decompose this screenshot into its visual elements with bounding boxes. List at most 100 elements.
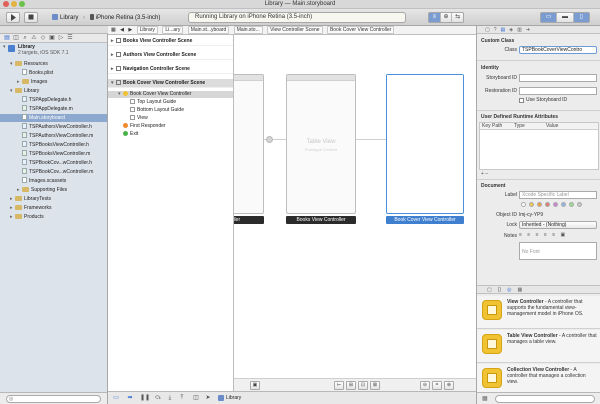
connections-inspector-icon[interactable]: ➜ bbox=[526, 27, 530, 33]
toggle-utilities-button[interactable]: ▯ bbox=[573, 13, 589, 22]
label-color-swatch[interactable] bbox=[553, 202, 558, 207]
scene-row[interactable]: ▾ Book Cover View Controller Scene bbox=[108, 79, 233, 88]
attributes-inspector-icon[interactable]: ◈ bbox=[509, 27, 513, 33]
library-filter-input[interactable] bbox=[495, 395, 595, 403]
zoom-reset-icon[interactable]: = bbox=[432, 381, 442, 390]
segue-icon[interactable] bbox=[266, 136, 273, 143]
lock-select[interactable]: Inherited - (Nothing) bbox=[519, 221, 597, 229]
breadcrumb-6[interactable]: Book Cover View Controller bbox=[326, 26, 395, 34]
file-tree-item[interactable]: TSPAppDelegate.h bbox=[0, 96, 107, 104]
file-tree-item[interactable]: TSPAuthorsViewController.h bbox=[0, 123, 107, 131]
run-button[interactable] bbox=[6, 12, 20, 23]
file-tree-item[interactable]: ▸ Supporting Files bbox=[0, 186, 107, 194]
file-tree-item[interactable]: ▸ Frameworks bbox=[0, 204, 107, 212]
forward-arrow-icon[interactable]: ▶ bbox=[128, 26, 132, 34]
constraints-icon[interactable]: ⊢ bbox=[334, 381, 344, 390]
scene-row[interactable]: ▸ Books View Controller Scene bbox=[108, 37, 233, 46]
step-in-icon[interactable]: ⤓ bbox=[166, 394, 174, 402]
step-out-icon[interactable]: ⤒ bbox=[178, 394, 186, 402]
standard-editor-button[interactable]: ≡ bbox=[429, 13, 441, 22]
runtime-attributes-table[interactable]: Key Path Type Value bbox=[479, 122, 599, 170]
breadcrumb-2[interactable]: Li...ary bbox=[162, 26, 184, 34]
hide-debug-icon[interactable]: ▭ bbox=[112, 394, 120, 402]
file-tree-item[interactable]: TSPAppDelegate.m bbox=[0, 105, 107, 113]
view-controller-frame-1[interactable] bbox=[234, 74, 264, 214]
use-storyboard-id-checkbox[interactable] bbox=[519, 98, 524, 103]
file-tree-item[interactable]: TSPBooksViewController.m bbox=[0, 150, 107, 158]
log-icon[interactable]: ☰ bbox=[67, 35, 73, 41]
zoom-out-icon[interactable]: ⊖ bbox=[420, 381, 430, 390]
toggle-navigator-button[interactable]: ▭ bbox=[541, 13, 558, 22]
resolve-icon[interactable]: ⊠ bbox=[370, 381, 380, 390]
outline-item[interactable]: View bbox=[108, 115, 233, 122]
outline-item[interactable]: First Responder bbox=[108, 123, 233, 130]
notes-textarea[interactable]: No Font bbox=[519, 242, 597, 260]
library-item[interactable]: Table View Controller - A controller tha… bbox=[477, 330, 600, 363]
pin-icon[interactable]: ⊡ bbox=[358, 381, 368, 390]
scene-label-book-cover[interactable]: Book Cover View Controller bbox=[386, 216, 464, 224]
file-tree-item[interactable]: Images.xcassets bbox=[0, 177, 107, 185]
show-outline-button[interactable]: ▣ bbox=[250, 381, 260, 390]
breadcrumb-5[interactable]: View Controller Scene bbox=[267, 26, 323, 34]
back-arrow-icon[interactable]: ◀ bbox=[120, 26, 124, 34]
scene-row[interactable]: ▸ Authors View Controller Scene bbox=[108, 51, 233, 60]
debug-icon[interactable]: ▣ bbox=[49, 35, 55, 41]
project-root[interactable]: ▾ Library 2 targets, iOS SDK 7.1 bbox=[0, 44, 107, 58]
class-field[interactable]: TSPBookCoverViewContro bbox=[519, 46, 597, 54]
close-window-button[interactable] bbox=[3, 1, 9, 7]
file-tree-item[interactable]: TSPBookCov...wController.m bbox=[0, 168, 107, 176]
storyboard-canvas[interactable]: Table View Prototype Content ...ontrolle… bbox=[234, 35, 476, 378]
toggle-debug-button[interactable]: ▬ bbox=[557, 13, 574, 22]
navigator-filter-input[interactable]: ◎ bbox=[6, 395, 101, 403]
restoration-id-field[interactable] bbox=[519, 87, 597, 95]
zoom-in-icon[interactable]: ⊕ bbox=[444, 381, 454, 390]
breadcrumb-4[interactable]: Main.sto... bbox=[233, 26, 263, 34]
file-tree-item[interactable]: ▸ Images bbox=[0, 78, 107, 86]
breadcrumb-3[interactable]: Main.st...yboard bbox=[187, 26, 230, 34]
media-library-icon[interactable]: ▦ bbox=[517, 286, 522, 293]
stop-button[interactable] bbox=[24, 12, 38, 23]
code-snippet-icon[interactable]: {} bbox=[498, 286, 501, 293]
label-field[interactable]: Xcode Specific Label bbox=[519, 191, 597, 199]
quick-help-icon[interactable]: ? bbox=[494, 27, 497, 33]
file-template-icon[interactable]: ▢ bbox=[487, 286, 492, 293]
file-tree-item[interactable]: ▾ Library bbox=[0, 87, 107, 95]
breadcrumb-1[interactable]: Library bbox=[136, 26, 158, 34]
storyboard-id-field[interactable] bbox=[519, 74, 597, 82]
align-icon[interactable]: ⊞ bbox=[346, 381, 356, 390]
zoom-window-button[interactable] bbox=[19, 1, 25, 7]
books-view-controller-frame[interactable]: Table View Prototype Content bbox=[286, 74, 356, 214]
outline-item[interactable]: Top Layout Guide bbox=[108, 99, 233, 106]
test-icon[interactable]: ◇ bbox=[40, 35, 46, 41]
editor-mode-control[interactable]: ≡ ⊕ ⇆ bbox=[428, 12, 464, 23]
label-color-swatch[interactable] bbox=[537, 202, 542, 207]
location-icon[interactable]: ➤ bbox=[204, 394, 212, 402]
version-editor-button[interactable]: ⇆ bbox=[452, 13, 463, 22]
scene-label-books[interactable]: Books View Controller bbox=[286, 216, 356, 224]
file-inspector-icon[interactable]: ▢ bbox=[485, 27, 490, 33]
file-tree-item[interactable]: ▸ LibraryTests bbox=[0, 195, 107, 203]
related-items-icon[interactable]: ▦ bbox=[111, 26, 116, 34]
add-remove-attribute-buttons[interactable]: + – bbox=[481, 171, 488, 177]
file-tree-item[interactable]: TSPAuthorsViewController.m bbox=[0, 132, 107, 140]
identity-inspector-icon[interactable]: ▤ bbox=[501, 27, 506, 33]
issue-icon[interactable]: ⚠ bbox=[31, 35, 37, 41]
size-inspector-icon[interactable]: ▥ bbox=[517, 27, 522, 33]
label-color-swatch[interactable] bbox=[521, 202, 526, 207]
file-tree-item[interactable]: Books.plist bbox=[0, 69, 107, 77]
file-tree-item[interactable]: Main.storyboard bbox=[0, 114, 107, 122]
label-color-swatch[interactable] bbox=[545, 202, 550, 207]
label-color-swatch[interactable] bbox=[577, 202, 582, 207]
scheme-selector[interactable]: Library › iPhone Retina (3.5-inch) bbox=[52, 13, 160, 23]
view-debug-icon[interactable]: ◫ bbox=[192, 394, 200, 402]
breakpoint-icon[interactable]: ▷ bbox=[58, 35, 64, 41]
book-cover-view-controller-frame[interactable] bbox=[386, 74, 464, 214]
scene-label-1[interactable]: ...ontroller bbox=[234, 216, 264, 224]
grid-view-icon[interactable]: ▦ bbox=[482, 395, 488, 402]
file-tree-item[interactable]: TSPBooksViewController.h bbox=[0, 141, 107, 149]
scene-row[interactable]: ▸ Navigation Controller Scene bbox=[108, 65, 233, 74]
outline-item[interactable]: Bottom Layout Guide bbox=[108, 107, 233, 114]
outline-item[interactable]: ▾ Book Cover View Controller bbox=[108, 91, 233, 98]
file-tree-item[interactable]: ▾ Resources bbox=[0, 60, 107, 68]
view-toggle-control[interactable]: ▭ ▬ ▯ bbox=[540, 12, 590, 23]
